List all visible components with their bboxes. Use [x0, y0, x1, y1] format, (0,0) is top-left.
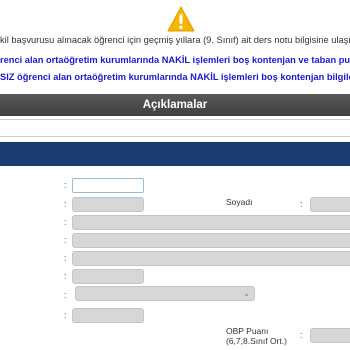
obp-sublabel: (6,7,8.Sınıf Ort.): [226, 336, 287, 346]
colon: :: [64, 217, 67, 227]
surname-label: Soyadı: [226, 197, 253, 207]
obp-label: OBP Puanı: [226, 326, 269, 336]
colon: :: [300, 330, 303, 340]
warning-icon: [167, 6, 195, 32]
form-field-8[interactable]: [72, 308, 144, 323]
colon: :: [64, 290, 67, 300]
form-field-3[interactable]: [72, 215, 350, 230]
description-panel: [0, 119, 350, 137]
colon: :: [64, 199, 67, 209]
form-field-6[interactable]: [72, 269, 144, 284]
first-input[interactable]: [72, 178, 144, 193]
form-header-bar: [0, 142, 350, 166]
colon: :: [64, 271, 67, 281]
colon: :: [64, 253, 67, 263]
form-field-4[interactable]: [72, 233, 350, 248]
notice-line-2[interactable]: renci alan ortaöğretim kurumlarında NAKİ…: [0, 55, 350, 65]
notice-line-1: kil başvurusu alınacak öğrenci için geçm…: [0, 35, 350, 45]
colon: :: [64, 180, 67, 190]
chevron-down-icon: ⌄: [243, 289, 250, 298]
name-field[interactable]: [72, 197, 144, 212]
school-select[interactable]: ⌄: [75, 286, 255, 301]
section-title: Açıklamalar: [142, 99, 208, 111]
form-field-5[interactable]: [72, 251, 350, 266]
notice-line-3[interactable]: SIZ öğrenci alan ortaöğretim kurumlarınd…: [0, 72, 350, 82]
obp-field[interactable]: [310, 328, 350, 343]
colon: :: [64, 310, 67, 320]
colon: :: [300, 199, 303, 209]
surname-field[interactable]: [310, 197, 350, 212]
colon: :: [64, 235, 67, 245]
aciklamalar-section-bar[interactable]: Açıklamalar: [0, 94, 350, 116]
